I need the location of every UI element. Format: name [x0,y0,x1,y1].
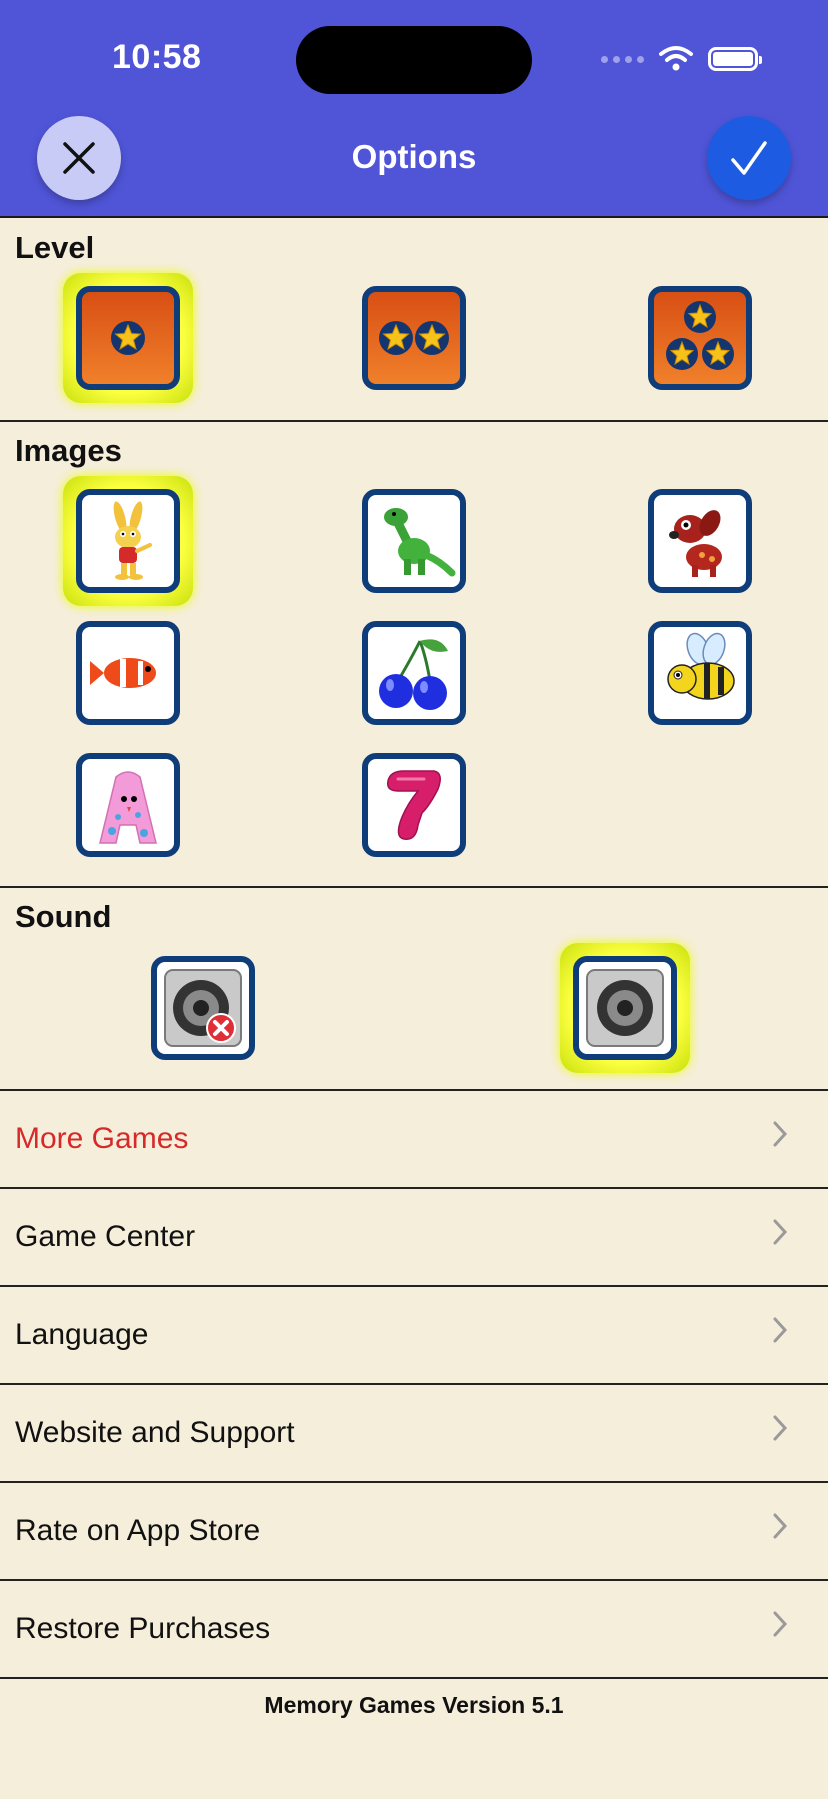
letter-a-monster-icon [99,771,157,844]
menu-item-label: Website and Support [15,1416,295,1449]
chevron-right-icon [773,1513,788,1539]
menu-item-rate-app[interactable]: Rate on App Store [0,1483,828,1581]
two-stars-icon [379,321,449,355]
menu-item-website-support[interactable]: Website and Support [0,1385,828,1483]
menu-item-label: Language [15,1318,149,1351]
wifi-icon [659,46,693,71]
menu-item-language[interactable]: Language [0,1287,828,1385]
one-star-icon [111,321,145,355]
menu-item-restore-purchases[interactable]: Restore Purchases [0,1581,828,1679]
status-indicators [601,44,762,74]
navigation-header: 10:58 Options [0,0,828,218]
page-title: Options [351,138,477,175]
menu-item-label: More Games [15,1122,189,1155]
dinosaur-icon [384,508,456,577]
sound-section-title: Sound [15,899,112,934]
sound-on-option[interactable] [573,956,677,1060]
image-option-rabbit[interactable] [76,489,180,593]
rabbit-icon [113,501,152,580]
level-option-one-star[interactable] [76,286,180,390]
dog-icon [669,510,722,577]
level-section-title: Level [15,230,95,265]
image-option-cherries[interactable] [362,621,466,725]
level-option-three-stars[interactable] [648,286,752,390]
clownfish-icon [90,658,156,688]
images-section-title: Images [15,433,122,468]
three-stars-icon [666,301,734,370]
image-option-number-seven[interactable] [362,753,466,857]
menu-item-label: Restore Purchases [15,1612,271,1645]
chevron-right-icon [773,1611,788,1637]
chevron-right-icon [773,1219,788,1245]
speaker-muted-icon [164,969,242,1047]
level-option-two-stars[interactable] [362,286,466,390]
menu-item-game-center[interactable]: Game Center [0,1189,828,1287]
section-divider [0,420,828,422]
speaker-on-icon [586,969,664,1047]
confirm-button[interactable] [707,116,791,200]
sound-off-option[interactable] [151,956,255,1060]
image-option-bee[interactable] [648,621,752,725]
chevron-right-icon [773,1415,788,1441]
chevron-right-icon [773,1317,788,1343]
image-option-clownfish[interactable] [76,621,180,725]
status-time: 10:58 [112,38,202,76]
version-label: Memory Games Version 5.1 [264,1692,564,1718]
number-seven-icon [386,770,441,840]
cellular-signal-icon [601,55,644,63]
checkmark-icon [731,141,767,175]
chevron-right-icon [773,1121,788,1147]
image-option-dog[interactable] [648,489,752,593]
dynamic-island [296,26,532,94]
menu-item-label: Game Center [15,1220,196,1253]
menu-item-more-games[interactable]: More Games [0,1091,828,1189]
battery-icon [708,47,762,71]
bee-icon [667,632,735,700]
image-option-letter-monster[interactable] [76,753,180,857]
menu-item-label: Rate on App Store [15,1514,261,1547]
section-divider [0,886,828,888]
cherries-icon [379,639,448,710]
image-option-dinosaur[interactable] [362,489,466,593]
